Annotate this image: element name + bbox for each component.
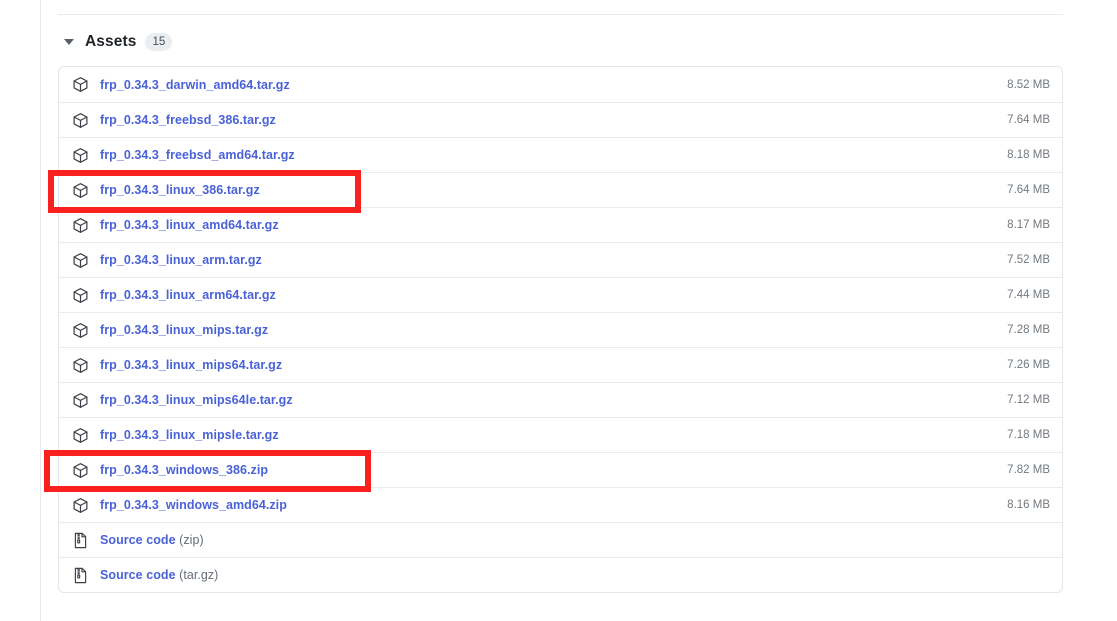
asset-name-link[interactable]: frp_0.34.3_linux_386.tar.gz bbox=[100, 183, 1007, 197]
asset-name-link[interactable]: frp_0.34.3_freebsd_386.tar.gz bbox=[100, 113, 1007, 127]
asset-name-link[interactable]: frp_0.34.3_linux_mips64.tar.gz bbox=[100, 358, 1007, 372]
asset-row[interactable]: Source code (tar.gz) bbox=[59, 557, 1062, 592]
asset-row[interactable]: frp_0.34.3_darwin_amd64.tar.gz 8.52 MB bbox=[59, 67, 1062, 102]
package-icon bbox=[72, 252, 89, 269]
asset-size: 8.16 MB bbox=[1007, 499, 1050, 511]
asset-size: 8.52 MB bbox=[1007, 78, 1050, 91]
asset-name-link[interactable]: frp_0.34.3_linux_mipsle.tar.gz bbox=[100, 428, 1007, 442]
asset-name-link[interactable]: frp_0.34.3_linux_arm.tar.gz bbox=[100, 253, 1007, 267]
asset-name-link[interactable]: frp_0.34.3_linux_mips.tar.gz bbox=[100, 323, 1007, 337]
asset-size: 8.18 MB bbox=[1007, 149, 1050, 161]
package-icon bbox=[72, 392, 89, 409]
asset-size: 7.52 MB bbox=[1007, 254, 1050, 266]
asset-row[interactable]: frp_0.34.3_windows_amd64.zip 8.16 MB bbox=[59, 487, 1062, 522]
asset-row[interactable]: frp_0.34.3_linux_arm.tar.gz 7.52 MB bbox=[59, 242, 1062, 277]
package-icon bbox=[72, 182, 89, 199]
asset-row[interactable]: frp_0.34.3_freebsd_amd64.tar.gz 8.18 MB bbox=[59, 137, 1062, 172]
asset-row[interactable]: frp_0.34.3_linux_amd64.tar.gz 8.17 MB bbox=[59, 207, 1062, 242]
asset-size: 7.28 MB bbox=[1007, 324, 1050, 336]
package-icon bbox=[72, 76, 89, 93]
asset-row[interactable]: frp_0.34.3_linux_arm64.tar.gz 7.44 MB bbox=[59, 277, 1062, 312]
asset-name-link[interactable]: Source code (zip) bbox=[100, 533, 1050, 547]
asset-row[interactable]: frp_0.34.3_windows_386.zip 7.82 MB bbox=[59, 452, 1062, 487]
package-icon bbox=[72, 147, 89, 164]
package-icon bbox=[72, 427, 89, 444]
asset-name-suffix: (tar.gz) bbox=[175, 568, 219, 582]
asset-size: 7.26 MB bbox=[1007, 359, 1050, 371]
package-icon bbox=[72, 357, 89, 374]
asset-name-suffix: (zip) bbox=[175, 533, 204, 547]
asset-name-link[interactable]: frp_0.34.3_windows_amd64.zip bbox=[100, 498, 1007, 512]
package-icon bbox=[72, 217, 89, 234]
asset-row[interactable]: frp_0.34.3_freebsd_386.tar.gz 7.64 MB bbox=[59, 102, 1062, 137]
asset-size: 7.82 MB bbox=[1007, 464, 1050, 476]
asset-name-link[interactable]: frp_0.34.3_darwin_amd64.tar.gz bbox=[100, 78, 1007, 92]
package-icon bbox=[72, 462, 89, 479]
asset-size: 8.17 MB bbox=[1007, 219, 1050, 231]
assets-header[interactable]: Assets 15 bbox=[64, 30, 1063, 54]
asset-row[interactable]: frp_0.34.3_linux_mips64le.tar.gz 7.12 MB bbox=[59, 382, 1062, 417]
section-top-divider bbox=[58, 14, 1063, 15]
asset-name-link[interactable]: frp_0.34.3_linux_arm64.tar.gz bbox=[100, 288, 1007, 302]
asset-size: 7.64 MB bbox=[1007, 184, 1050, 196]
assets-section: Assets 15 frp_0.34.3_darwin_amd64.tar.gz… bbox=[58, 30, 1063, 593]
asset-name-link[interactable]: frp_0.34.3_freebsd_amd64.tar.gz bbox=[100, 148, 1007, 162]
asset-row[interactable]: frp_0.34.3_linux_mips.tar.gz 7.28 MB bbox=[59, 312, 1062, 347]
asset-row[interactable]: frp_0.34.3_linux_386.tar.gz 7.64 MB bbox=[59, 172, 1062, 207]
assets-table: frp_0.34.3_darwin_amd64.tar.gz 8.52 MB frp… bbox=[58, 66, 1063, 593]
chevron-down-icon[interactable] bbox=[64, 39, 74, 45]
asset-size: 7.18 MB bbox=[1007, 429, 1050, 441]
package-icon bbox=[72, 322, 89, 339]
asset-name-link[interactable]: frp_0.34.3_linux_amd64.tar.gz bbox=[100, 218, 1007, 232]
asset-size: 7.64 MB bbox=[1007, 114, 1050, 126]
asset-name-link[interactable]: Source code (tar.gz) bbox=[100, 568, 1050, 582]
package-icon bbox=[72, 497, 89, 514]
assets-title: Assets bbox=[85, 33, 137, 50]
file-zip-icon bbox=[72, 532, 89, 549]
assets-count-badge: 15 bbox=[145, 33, 173, 51]
asset-size: 7.44 MB bbox=[1007, 289, 1050, 301]
file-zip-icon bbox=[72, 567, 89, 584]
package-icon bbox=[72, 112, 89, 129]
asset-name-link[interactable]: frp_0.34.3_windows_386.zip bbox=[100, 463, 1007, 477]
asset-row[interactable]: frp_0.34.3_linux_mipsle.tar.gz 7.18 MB bbox=[59, 417, 1062, 452]
package-icon bbox=[72, 287, 89, 304]
asset-row[interactable]: Source code (zip) bbox=[59, 522, 1062, 557]
asset-size: 7.12 MB bbox=[1007, 394, 1050, 406]
asset-name-link[interactable]: frp_0.34.3_linux_mips64le.tar.gz bbox=[100, 393, 1007, 407]
asset-row[interactable]: frp_0.34.3_linux_mips64.tar.gz 7.26 MB bbox=[59, 347, 1062, 382]
page-left-rail bbox=[40, 0, 41, 621]
